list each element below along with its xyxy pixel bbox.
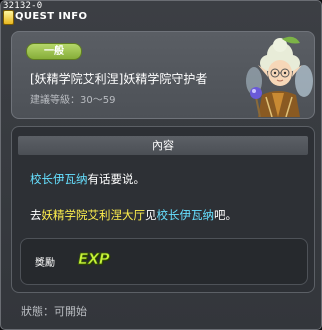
quest-type-badge: 一般	[26, 43, 82, 60]
content-text: 见	[145, 208, 157, 222]
content-text: 吧。	[214, 208, 237, 222]
recommended-level: 建議等級：30～59	[30, 95, 116, 106]
window-title: QUEST INFO	[15, 11, 88, 22]
quest-header-card: 一般 [妖精学院艾利涅]妖精学院守护者 建議等級：30～59	[11, 31, 315, 119]
npc-name-link[interactable]: 校长伊瓦纳	[30, 172, 88, 186]
exp-icon: EXP	[78, 250, 111, 269]
reward-label: 獎勵	[35, 258, 55, 269]
place-name-link[interactable]: 妖精学院艾利涅大厅	[42, 208, 146, 222]
content-line-1: 校长伊瓦纳有话要说。	[30, 171, 145, 187]
quest-content-card: 內容 校长伊瓦纳有话要说。 去妖精学院艾利涅大厅见校长伊瓦纳吧。 獎勵 EXP	[11, 126, 315, 293]
quest-icon	[3, 10, 14, 25]
quest-status: 狀態：可開始	[21, 305, 87, 318]
title-bar[interactable]: QUEST INFO	[1, 8, 321, 28]
npc-name-link[interactable]: 校长伊瓦纳	[157, 208, 215, 222]
content-text: 有话要说。	[87, 172, 146, 186]
content-text: 去	[30, 208, 42, 222]
npc-portrait	[246, 36, 313, 117]
reward-box: 獎勵 EXP	[20, 238, 308, 285]
quest-name: [妖精学院艾利涅]妖精学院守护者	[30, 72, 208, 86]
content-section-title: 內容	[18, 136, 308, 155]
content-line-2: 去妖精学院艾利涅大厅见校长伊瓦纳吧。	[30, 207, 237, 223]
quest-info-window: 32132-0 QUEST INFO 一般 [妖精学院艾利涅]妖精学院守护者 建…	[0, 0, 322, 330]
